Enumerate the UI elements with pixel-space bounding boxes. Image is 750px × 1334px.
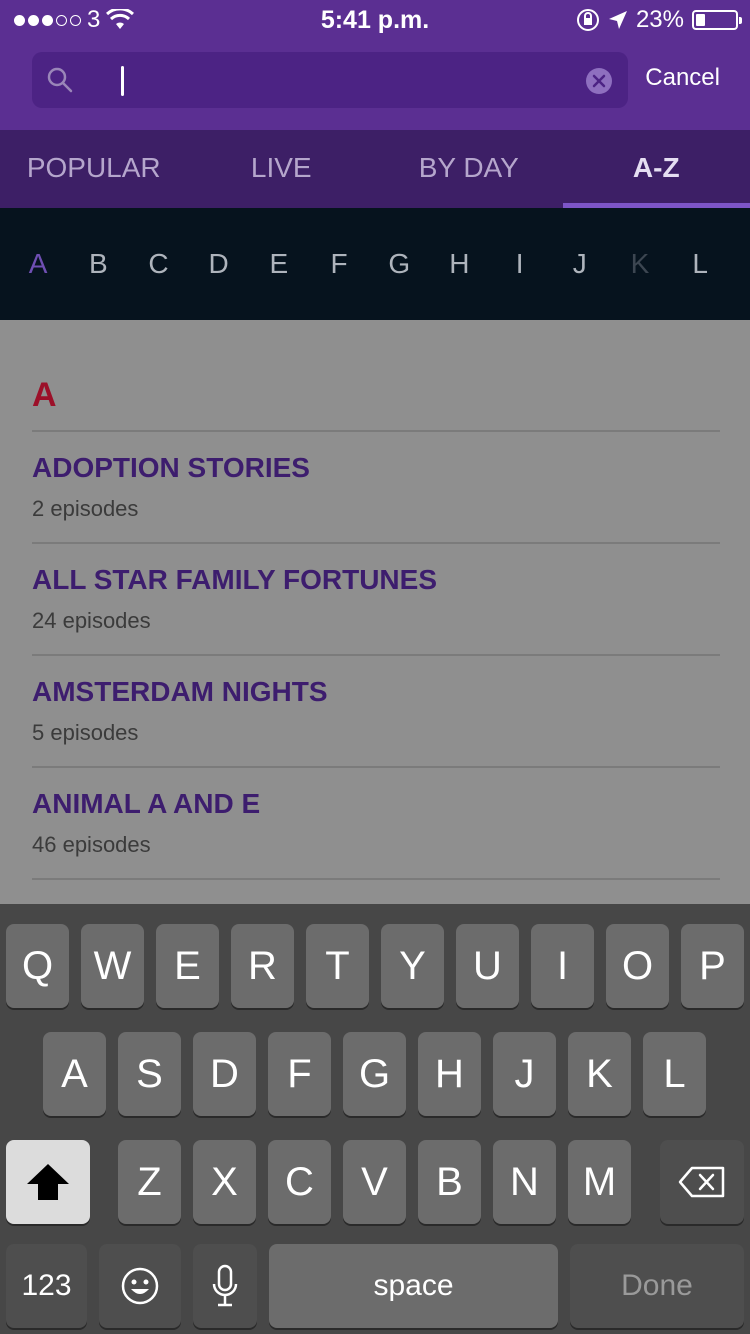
letter-j[interactable]: J <box>550 248 610 280</box>
key-b[interactable]: B <box>418 1140 481 1224</box>
clear-search-button[interactable] <box>586 68 612 94</box>
dictation-key[interactable] <box>193 1244 257 1328</box>
tab-live[interactable]: LIVE <box>188 130 376 208</box>
key-z[interactable]: Z <box>118 1140 181 1224</box>
key-c[interactable]: C <box>268 1140 331 1224</box>
battery-icon <box>692 10 742 30</box>
key-r[interactable]: R <box>231 924 294 1008</box>
orientation-lock-icon <box>576 9 599 31</box>
key-i[interactable]: I <box>531 924 594 1008</box>
letter-d[interactable]: D <box>189 248 249 280</box>
letter-c[interactable]: C <box>128 248 188 280</box>
key-l[interactable]: L <box>643 1032 706 1116</box>
key-m[interactable]: M <box>568 1140 631 1224</box>
letter-g[interactable]: G <box>369 248 429 280</box>
key-e[interactable]: E <box>156 924 219 1008</box>
keyboard: Q W E R T Y U I O P A S D F G H J K L Z … <box>0 904 750 1334</box>
key-k[interactable]: K <box>568 1032 631 1116</box>
location-icon <box>608 11 627 29</box>
numbers-key[interactable]: 123 <box>6 1244 87 1328</box>
key-t[interactable]: T <box>306 924 369 1008</box>
key-u[interactable]: U <box>456 924 519 1008</box>
letter-e[interactable]: E <box>249 248 309 280</box>
space-key[interactable]: space <box>269 1244 558 1328</box>
key-o[interactable]: O <box>606 924 669 1008</box>
key-n[interactable]: N <box>493 1140 556 1224</box>
header: 3 5:41 p.m. 23% Cancel <box>0 0 750 130</box>
episode-count: 24 episodes <box>32 608 151 633</box>
search-field[interactable] <box>32 52 628 108</box>
clear-icon <box>592 74 606 88</box>
key-d[interactable]: D <box>193 1032 256 1116</box>
cancel-button[interactable]: Cancel <box>645 64 720 92</box>
key-j[interactable]: J <box>493 1032 556 1116</box>
status-right: 23% <box>576 6 742 34</box>
list-divider <box>32 878 720 898</box>
show-title: AMSTERDAM NIGHTS <box>32 676 328 707</box>
show-title: ANIMAL A AND E <box>32 788 261 819</box>
battery-percent: 23% <box>635 6 684 33</box>
key-y[interactable]: Y <box>381 924 444 1008</box>
show-title: ADOPTION STORIES <box>32 452 310 483</box>
list-item[interactable]: ALL STAR FAMILY FORTUNES 24 episodes <box>32 542 720 654</box>
status-bar: 3 5:41 p.m. 23% <box>0 0 750 40</box>
key-p[interactable]: P <box>681 924 744 1008</box>
key-w[interactable]: W <box>81 924 144 1008</box>
list-item[interactable]: ADOPTION STORIES 2 episodes <box>32 430 720 542</box>
backspace-key[interactable] <box>660 1140 744 1224</box>
letter-b[interactable]: B <box>68 248 128 280</box>
letter-index: A B C D E F G H I J K L <box>0 208 750 320</box>
shift-key[interactable] <box>6 1140 90 1224</box>
section-header: A <box>32 376 57 414</box>
microphone-icon <box>212 1264 238 1307</box>
show-list: A ADOPTION STORIES 2 episodes ALL STAR F… <box>0 320 750 904</box>
key-g[interactable]: G <box>343 1032 406 1116</box>
key-x[interactable]: X <box>193 1140 256 1224</box>
emoji-key[interactable] <box>99 1244 181 1328</box>
backspace-icon <box>678 1166 725 1198</box>
key-a[interactable]: A <box>43 1032 106 1116</box>
letter-h[interactable]: H <box>429 248 489 280</box>
episode-count: 2 episodes <box>32 496 139 521</box>
tab-bar: POPULAR LIVE BY DAY A-Z <box>0 130 750 208</box>
key-q[interactable]: Q <box>6 924 69 1008</box>
letter-k: K <box>630 248 650 279</box>
tab-popular[interactable]: POPULAR <box>0 130 188 208</box>
episode-count: 5 episodes <box>32 720 139 745</box>
key-v[interactable]: V <box>343 1140 406 1224</box>
shift-icon <box>27 1164 69 1200</box>
letter-i[interactable]: I <box>490 248 550 280</box>
done-key[interactable]: Done <box>570 1244 744 1328</box>
key-h[interactable]: H <box>418 1032 481 1116</box>
emoji-icon <box>121 1267 159 1305</box>
letter-l[interactable]: L <box>670 248 730 280</box>
episode-count: 46 episodes <box>32 832 151 857</box>
list-item[interactable]: ANIMAL A AND E 46 episodes <box>32 766 720 878</box>
list-item[interactable]: AMSTERDAM NIGHTS 5 episodes <box>32 654 720 766</box>
letter-a[interactable]: A <box>8 248 68 280</box>
search-input[interactable] <box>88 60 558 100</box>
tab-by-day[interactable]: BY DAY <box>375 130 563 208</box>
search-icon <box>47 67 73 93</box>
key-f[interactable]: F <box>268 1032 331 1116</box>
letter-f[interactable]: F <box>309 248 369 280</box>
text-caret <box>121 66 124 96</box>
key-s[interactable]: S <box>118 1032 181 1116</box>
tab-a-z[interactable]: A-Z <box>562 130 750 208</box>
show-title: ALL STAR FAMILY FORTUNES <box>32 564 437 595</box>
